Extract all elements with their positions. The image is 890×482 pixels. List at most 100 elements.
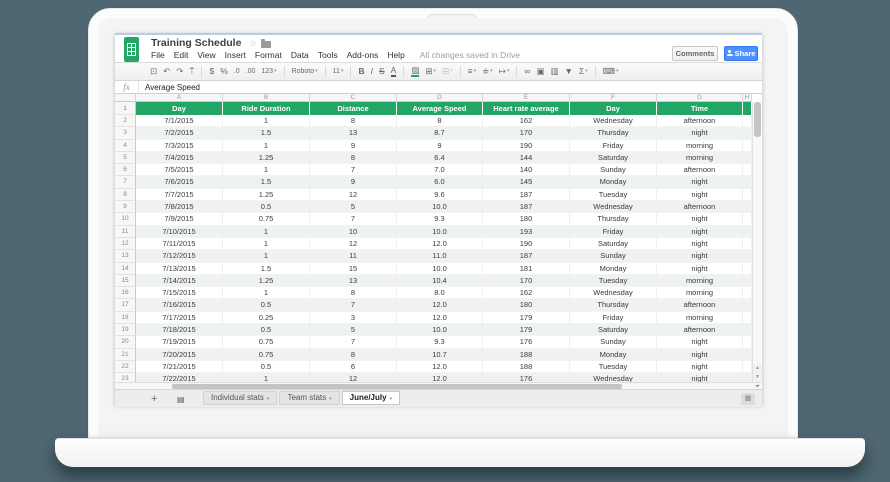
column-header-E[interactable]: E: [483, 94, 570, 102]
cell[interactable]: 1.25: [223, 152, 310, 164]
cell[interactable]: 1: [223, 373, 310, 382]
cell[interactable]: 7/21/2015: [136, 361, 223, 373]
cell[interactable]: afternoon: [657, 115, 743, 127]
cell[interactable]: 9.6: [397, 189, 483, 201]
column-header-H[interactable]: H: [743, 94, 752, 102]
row-header-7[interactable]: 7: [115, 176, 136, 188]
row-header-6[interactable]: 6: [115, 164, 136, 176]
cell[interactable]: 11.0: [397, 250, 483, 262]
row-header-10[interactable]: 10: [115, 213, 136, 225]
cell[interactable]: 10.4: [397, 275, 483, 287]
menu-insert[interactable]: Insert: [225, 50, 246, 60]
cell[interactable]: 8: [310, 287, 397, 299]
cell[interactable]: 10.0: [397, 263, 483, 275]
select-all-corner[interactable]: [115, 94, 136, 102]
cell[interactable]: Distance: [310, 102, 397, 115]
cell[interactable]: 13: [310, 127, 397, 139]
cell[interactable]: 7/16/2015: [136, 299, 223, 311]
cell[interactable]: afternoon: [657, 201, 743, 213]
text-color-icon[interactable]: A: [391, 66, 397, 77]
number-format-icon[interactable]: 123▾: [261, 68, 276, 75]
cell[interactable]: Monday: [570, 176, 657, 188]
print-icon[interactable]: ⊡: [150, 67, 157, 76]
cell[interactable]: 7/20/2015: [136, 349, 223, 361]
cell[interactable]: [743, 312, 752, 324]
cell[interactable]: 170: [483, 127, 570, 139]
cell[interactable]: [743, 373, 752, 382]
cell[interactable]: 0.5: [223, 324, 310, 336]
cell[interactable]: Friday: [570, 312, 657, 324]
cell[interactable]: 8: [310, 349, 397, 361]
cell[interactable]: 7/19/2015: [136, 336, 223, 348]
cell[interactable]: Monday: [570, 349, 657, 361]
cell[interactable]: 179: [483, 312, 570, 324]
cell[interactable]: 1: [223, 226, 310, 238]
cell[interactable]: [743, 299, 752, 311]
cell[interactable]: 6.0: [397, 176, 483, 188]
cell[interactable]: 7/18/2015: [136, 324, 223, 336]
cell[interactable]: 7/8/2015: [136, 201, 223, 213]
row-header-8[interactable]: 8: [115, 189, 136, 201]
cell[interactable]: Sunday: [570, 250, 657, 262]
insert-chart-icon[interactable]: ▥: [550, 67, 558, 76]
cell[interactable]: 7/15/2015: [136, 287, 223, 299]
cell[interactable]: 8: [310, 115, 397, 127]
cell[interactable]: [743, 287, 752, 299]
row-header-5[interactable]: 5: [115, 152, 136, 164]
cell[interactable]: 7/6/2015: [136, 176, 223, 188]
cell[interactable]: Day: [136, 102, 223, 115]
cell[interactable]: 6.4: [397, 152, 483, 164]
insert-link-icon[interactable]: ∞: [524, 67, 530, 76]
cell[interactable]: 12.0: [397, 238, 483, 250]
all-sheets-icon[interactable]: ▤: [177, 395, 185, 404]
cell[interactable]: morning: [657, 140, 743, 152]
cell[interactable]: 10: [310, 226, 397, 238]
cell[interactable]: 187: [483, 250, 570, 262]
cell[interactable]: 8.0: [397, 287, 483, 299]
cell[interactable]: 15: [310, 263, 397, 275]
row-header-21[interactable]: 21: [115, 349, 136, 361]
cell[interactable]: 9: [397, 140, 483, 152]
filter-icon[interactable]: ▼: [565, 67, 573, 76]
cell[interactable]: [743, 152, 752, 164]
cell[interactable]: night: [657, 361, 743, 373]
cell[interactable]: night: [657, 189, 743, 201]
cell[interactable]: night: [657, 127, 743, 139]
cell[interactable]: Saturday: [570, 152, 657, 164]
cell[interactable]: morning: [657, 275, 743, 287]
cell[interactable]: night: [657, 373, 743, 382]
insert-comment-icon[interactable]: ▣: [536, 67, 544, 76]
cell[interactable]: [743, 250, 752, 262]
cell[interactable]: night: [657, 226, 743, 238]
cell[interactable]: [743, 275, 752, 287]
cell[interactable]: Saturday: [570, 238, 657, 250]
cell[interactable]: 9: [310, 176, 397, 188]
cell[interactable]: 0.75: [223, 213, 310, 225]
cell[interactable]: 7/7/2015: [136, 189, 223, 201]
cell[interactable]: 6: [310, 361, 397, 373]
horizontal-align-icon[interactable]: ≡▾: [468, 67, 476, 76]
scroll-up-icon[interactable]: ▲: [753, 364, 762, 373]
row-header-22[interactable]: 22: [115, 361, 136, 373]
cell[interactable]: morning: [657, 152, 743, 164]
cell[interactable]: 13: [310, 275, 397, 287]
row-header-9[interactable]: 9: [115, 201, 136, 213]
cell[interactable]: 190: [483, 238, 570, 250]
cell[interactable]: night: [657, 349, 743, 361]
row-header-15[interactable]: 15: [115, 275, 136, 287]
cell[interactable]: Wednesday: [570, 373, 657, 382]
cell[interactable]: night: [657, 176, 743, 188]
cell[interactable]: 0.25: [223, 312, 310, 324]
cell[interactable]: [743, 226, 752, 238]
cell[interactable]: 8: [310, 152, 397, 164]
cell[interactable]: 12.0: [397, 299, 483, 311]
cell[interactable]: 1.5: [223, 176, 310, 188]
cell[interactable]: 162: [483, 115, 570, 127]
cell[interactable]: 10.0: [397, 201, 483, 213]
cell[interactable]: Tuesday: [570, 361, 657, 373]
cell[interactable]: 12.0: [397, 361, 483, 373]
cell[interactable]: Tuesday: [570, 275, 657, 287]
row-header-18[interactable]: 18: [115, 312, 136, 324]
decrease-decimal-icon[interactable]: .0: [234, 68, 240, 75]
currency-format-icon[interactable]: $: [209, 67, 214, 76]
